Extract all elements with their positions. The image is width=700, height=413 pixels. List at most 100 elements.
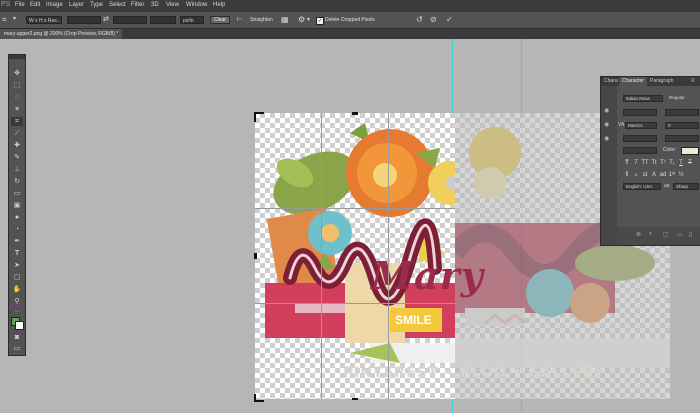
crop-tool-icon[interactable]: ⌗: [2, 15, 7, 25]
menu-layer[interactable]: Layer: [69, 2, 84, 8]
subscript-button[interactable]: T₁: [668, 159, 676, 167]
eraser-tool-icon[interactable]: ▭: [11, 189, 23, 198]
straighten-icon[interactable]: ⊢: [237, 16, 242, 23]
strikethrough-button[interactable]: T: [686, 159, 694, 167]
zoom-tool-icon[interactable]: ⚲: [11, 297, 23, 306]
menu-3d[interactable]: 3D: [151, 2, 159, 8]
text-color-swatch[interactable]: [681, 147, 699, 155]
menu-help[interactable]: Help: [213, 2, 225, 8]
faux-italic-button[interactable]: T: [632, 159, 640, 167]
path-selection-icon[interactable]: ➤: [11, 261, 23, 270]
lasso-tool-icon[interactable]: ◌: [11, 93, 23, 102]
faux-bold-button[interactable]: T: [623, 159, 631, 167]
crop-handle-middle-left[interactable]: [254, 253, 257, 259]
menu-select[interactable]: Select: [109, 2, 126, 8]
tools-panel-header[interactable]: [9, 55, 25, 59]
crop-handle-top-left[interactable]: [254, 112, 264, 122]
dodge-tool-icon[interactable]: ◔: [11, 225, 23, 234]
delete-cropped-checkbox[interactable]: ✓: [316, 17, 324, 25]
font-size-input[interactable]: [623, 109, 657, 116]
ordinals-button[interactable]: 1ˢᵗ: [668, 171, 676, 179]
hand-tool-icon[interactable]: ✋: [11, 285, 23, 294]
menu-filter[interactable]: Filter: [131, 2, 144, 8]
type-tool-icon[interactable]: T: [11, 249, 23, 258]
stamp-tool-icon[interactable]: ⊥: [11, 165, 23, 174]
kerning-dropdown[interactable]: Metrics: [625, 122, 657, 129]
fractions-button[interactable]: ½: [677, 171, 685, 179]
swap-icon[interactable]: ⇄: [103, 15, 109, 23]
menu-type[interactable]: Type: [90, 2, 103, 8]
menu-view[interactable]: View: [166, 2, 179, 8]
small-caps-button[interactable]: Tt: [650, 159, 658, 167]
width-input[interactable]: [67, 16, 101, 24]
menu-file[interactable]: File: [15, 2, 25, 8]
contextual-alternates-button[interactable]: ad: [659, 171, 667, 179]
eyedropper-icon[interactable]: ⟋: [11, 129, 23, 138]
underline-button[interactable]: T: [677, 159, 685, 167]
marquee-tool-icon[interactable]: ⬚: [11, 81, 23, 90]
more-tools-icon[interactable]: …: [11, 307, 23, 316]
chevron-down-icon[interactable]: ▾: [13, 15, 16, 22]
vertical-scale-input[interactable]: [623, 135, 657, 142]
shape-tool-icon[interactable]: ▢: [11, 273, 23, 282]
height-input[interactable]: [113, 16, 147, 24]
antialias-dropdown[interactable]: Sharp: [673, 183, 699, 190]
crop-tool-icon[interactable]: ⌗: [11, 117, 23, 126]
font-style-dropdown[interactable]: Regular: [667, 95, 699, 102]
overlay-grid-icon[interactable]: ▦: [281, 15, 289, 24]
menu-window[interactable]: Window: [186, 2, 207, 8]
healing-brush-icon[interactable]: ✚: [11, 141, 23, 150]
chevron-down-icon[interactable]: ▾: [307, 16, 310, 23]
document-canvas[interactable]: Mary SMILE PINTEREST • BLOG • GALLERY: [254, 112, 604, 402]
stylistic-alternates-button[interactable]: st: [641, 171, 649, 179]
resolution-input[interactable]: [150, 16, 176, 24]
background-color-swatch[interactable]: [15, 321, 24, 330]
clear-button[interactable]: Clear: [210, 16, 230, 24]
panel-menu-icon[interactable]: ≡: [691, 78, 695, 84]
eye-icon[interactable]: ◉: [604, 121, 609, 128]
ratio-dropdown[interactable]: W x H x Res...: [26, 16, 62, 24]
menu-image[interactable]: Image: [46, 2, 63, 8]
language-dropdown[interactable]: English: USA: [623, 183, 661, 190]
quick-mask-icon[interactable]: ◙: [11, 333, 23, 342]
eye-icon[interactable]: ◉: [604, 135, 609, 142]
tracking-input[interactable]: 0: [665, 122, 699, 129]
resolution-unit-dropdown[interactable]: px/in: [180, 16, 204, 24]
tab-collapsed-character[interactable]: Chara: [601, 77, 621, 86]
menu-edit[interactable]: Edit: [30, 2, 40, 8]
swash-button[interactable]: ℴ: [632, 171, 640, 179]
blur-tool-icon[interactable]: ●: [11, 213, 23, 222]
crop-handle-top-middle[interactable]: [352, 112, 358, 115]
fx-icon[interactable]: ◐: [649, 231, 653, 237]
gradient-tool-icon[interactable]: ▣: [11, 201, 23, 210]
crop-handle-bottom-left[interactable]: [254, 394, 264, 402]
leading-input[interactable]: [665, 109, 699, 116]
commit-check-icon[interactable]: ✓: [446, 15, 453, 24]
superscript-button[interactable]: T¹: [659, 159, 667, 167]
brush-tool-icon[interactable]: ✎: [11, 153, 23, 162]
crop-handle-bottom-middle[interactable]: [352, 394, 358, 400]
titling-button[interactable]: A: [650, 171, 658, 179]
move-tool-icon[interactable]: ✥: [11, 69, 23, 78]
trash-icon[interactable]: ▯: [689, 231, 692, 238]
font-family-dropdown[interactable]: Italian Neue: [623, 95, 663, 102]
document-tab[interactable]: mary-upper2.png @ 200% (Crop Preview, RG…: [0, 29, 123, 39]
gear-icon[interactable]: ⚙: [298, 15, 305, 24]
link-icon[interactable]: ⊗: [636, 231, 641, 238]
tab-paragraph[interactable]: Paragraph: [647, 77, 676, 86]
ligatures-button[interactable]: fi: [623, 171, 631, 179]
reset-icon[interactable]: ↺: [416, 15, 423, 24]
magic-wand-icon[interactable]: ✶: [11, 105, 23, 114]
cancel-icon[interactable]: ⊘: [430, 15, 437, 24]
straighten-button[interactable]: Straighten: [250, 17, 273, 23]
folder-icon[interactable]: ▭: [677, 231, 683, 238]
eye-icon[interactable]: ◉: [604, 107, 609, 114]
pen-tool-icon[interactable]: ✒: [11, 237, 23, 246]
all-caps-button[interactable]: TT: [641, 159, 649, 167]
new-layer-icon[interactable]: ▢: [663, 231, 669, 238]
history-brush-icon[interactable]: ↻: [11, 177, 23, 186]
screen-mode-icon[interactable]: ▭: [11, 344, 23, 353]
baseline-shift-input[interactable]: [623, 147, 657, 154]
tab-character[interactable]: Character: [619, 77, 647, 86]
horizontal-scale-input[interactable]: [665, 135, 699, 142]
